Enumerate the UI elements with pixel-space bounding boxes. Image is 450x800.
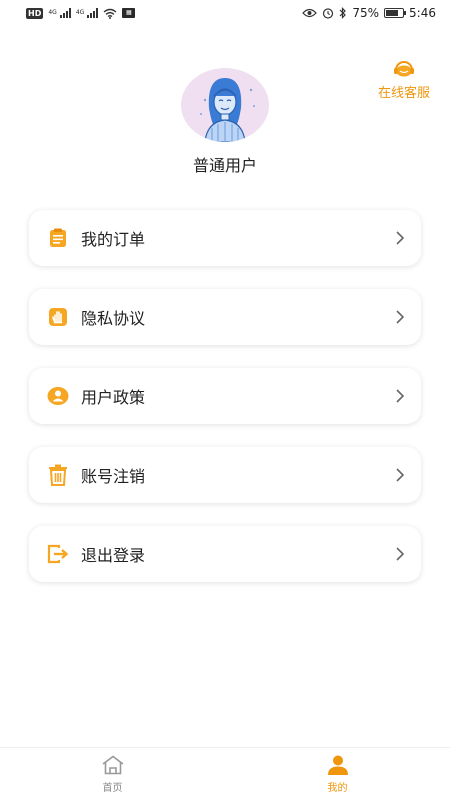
wifi-icon: [103, 8, 117, 19]
profile-section: 普通用户: [0, 68, 450, 176]
avatar[interactable]: [181, 68, 269, 142]
menu-item-logout[interactable]: 退出登录: [29, 526, 421, 582]
status-bar-right: 75% 5:46: [302, 6, 436, 20]
username: 普通用户: [192, 156, 257, 175]
hand-icon: [47, 306, 69, 328]
chevron-right-icon: [396, 468, 405, 482]
signal-icon: [59, 8, 71, 18]
chevron-right-icon: [396, 310, 405, 324]
menu-item-label: 我的订单: [81, 230, 146, 249]
order-icon: [47, 227, 69, 249]
logout-icon: [47, 543, 69, 565]
menu-item-label: 退出登录: [81, 546, 146, 565]
bluetooth-icon: [339, 7, 347, 19]
signal-icon-2: [87, 8, 99, 18]
status-bar: HD 4G 4G ▦ 75% 5:46: [0, 0, 450, 26]
menu-list: 我的订单 隐私协议 用户政策 账号注销 退出登录: [29, 210, 421, 605]
nav-home-label: 首页: [102, 782, 123, 794]
nav-item-home[interactable]: 首页: [0, 748, 225, 800]
menu-item-user-policy[interactable]: 用户政策: [29, 368, 421, 424]
battery-percent: 75%: [352, 6, 380, 20]
home-icon: [102, 755, 123, 774]
menu-item-label: 隐私协议: [81, 309, 146, 328]
menu-item-delete-account[interactable]: 账号注销: [29, 447, 421, 503]
alarm-icon: [323, 8, 334, 19]
hd-badge: HD: [26, 7, 44, 19]
menu-item-label: 账号注销: [81, 467, 146, 486]
battery-fill: [386, 10, 398, 16]
chevron-right-icon: [396, 389, 405, 403]
user-figure-icon: [200, 78, 255, 142]
nav-mine-label: 我的: [327, 782, 348, 794]
trash-icon: [47, 464, 69, 486]
network-type-label-2: 4G: [75, 8, 85, 16]
chevron-right-icon: [396, 547, 405, 561]
user-icon: [327, 755, 348, 775]
nav-item-mine[interactable]: 我的: [225, 748, 450, 800]
notification-app-icon: ▦: [122, 8, 136, 18]
clock-time: 5:46: [409, 6, 436, 20]
status-bar-left: HD 4G 4G ▦: [26, 7, 136, 19]
battery-icon: [384, 8, 407, 18]
eye-icon: [302, 8, 318, 18]
menu-item-label: 用户政策: [81, 388, 146, 407]
user-circle-icon: [47, 385, 69, 407]
network-type-label: 4G: [48, 8, 57, 16]
menu-item-orders[interactable]: 我的订单: [29, 210, 421, 266]
menu-item-privacy[interactable]: 隐私协议: [29, 289, 421, 345]
bottom-nav: 首页 我的: [0, 747, 450, 800]
chevron-right-icon: [396, 231, 405, 245]
